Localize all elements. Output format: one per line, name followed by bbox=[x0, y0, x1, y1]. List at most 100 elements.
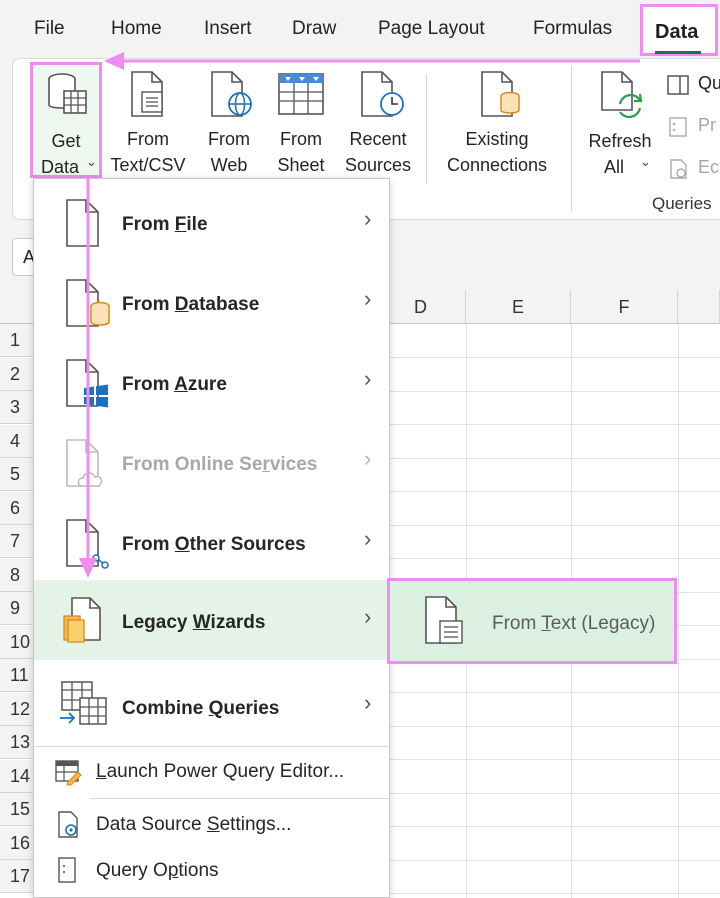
properties-label: Pr bbox=[698, 115, 716, 135]
tab-formulas[interactable]: Formulas bbox=[533, 18, 612, 40]
from-sheet-label-2: Sheet bbox=[277, 155, 325, 175]
menu-item-from-database[interactable]: From Database › bbox=[34, 266, 389, 344]
menu-item-from-file[interactable]: From File › bbox=[34, 186, 389, 264]
refresh-all-label-1: Refresh bbox=[588, 131, 652, 151]
tab-page-layout[interactable]: Page Layout bbox=[378, 18, 485, 40]
queries-connections-label: Qu bbox=[698, 73, 720, 93]
from-web-label-2: Web bbox=[210, 155, 248, 175]
table-icon bbox=[278, 73, 324, 115]
recent-sources-label-2: Sources bbox=[344, 155, 412, 175]
tab-data[interactable]: Data bbox=[640, 4, 718, 56]
ribbon-group-divider bbox=[571, 66, 572, 212]
row-header-13[interactable]: 13 bbox=[0, 726, 34, 759]
menu-item-query-options[interactable]: Query Options bbox=[34, 850, 389, 892]
from-online-services-label: From Online Services bbox=[122, 454, 318, 475]
chevron-right-icon: › bbox=[364, 446, 372, 471]
chevron-right-icon: › bbox=[364, 526, 372, 551]
database-file-icon bbox=[66, 279, 110, 327]
menu-item-from-online-services[interactable]: From Online Services › bbox=[34, 426, 389, 504]
row-header-17[interactable]: 17 bbox=[0, 860, 34, 893]
submenu-item-from-text-legacy[interactable]: From Text (Legacy) bbox=[390, 581, 674, 661]
row-header-6[interactable]: 6 bbox=[0, 492, 34, 525]
row-header-9[interactable]: 9 bbox=[0, 592, 34, 625]
recent-sources-label-1: Recent bbox=[349, 129, 407, 149]
queries-connections-button[interactable]: Qu bbox=[666, 72, 720, 98]
chevron-right-icon: › bbox=[364, 206, 372, 231]
from-other-sources-label: From Other Sources bbox=[122, 534, 306, 555]
legacy-files-icon bbox=[63, 597, 101, 643]
from-sheet-button[interactable]: From Sheet bbox=[268, 62, 334, 178]
chevron-right-icon: › bbox=[364, 604, 372, 629]
from-web-label-1: From bbox=[208, 129, 250, 149]
row-header-14[interactable]: 14 bbox=[0, 760, 34, 793]
text-file-icon bbox=[425, 596, 463, 644]
from-web-button[interactable]: From Web bbox=[196, 62, 262, 178]
database-grid-icon bbox=[48, 73, 87, 114]
properties-button[interactable]: Pr bbox=[666, 114, 720, 140]
connection-file-icon bbox=[481, 71, 520, 117]
file-icon bbox=[66, 199, 99, 247]
menu-item-from-other-sources[interactable]: From Other Sources › bbox=[34, 506, 389, 584]
column-header-partial[interactable] bbox=[678, 290, 720, 324]
chevron-down-icon: ⌄ bbox=[640, 154, 651, 169]
menu-separator bbox=[90, 798, 389, 799]
combine-tables-icon bbox=[60, 681, 107, 725]
row-header-15[interactable]: 15 bbox=[0, 793, 34, 826]
row-header-12[interactable]: 12 bbox=[0, 693, 34, 726]
row-header-10[interactable]: 10 bbox=[0, 626, 34, 659]
row-header-5[interactable]: 5 bbox=[0, 458, 34, 491]
tab-file[interactable]: File bbox=[34, 18, 65, 40]
row-header-16[interactable]: 16 bbox=[0, 827, 34, 860]
get-data-label-1: Get bbox=[51, 131, 81, 151]
column-header-e[interactable]: E bbox=[466, 290, 571, 324]
gridline bbox=[678, 324, 679, 898]
launch-power-query-editor-label: Launch Power Query Editor... bbox=[96, 761, 345, 782]
row-header-7[interactable]: 7 bbox=[0, 525, 34, 558]
chevron-right-icon: › bbox=[364, 366, 372, 391]
menu-item-data-source-settings[interactable]: Data Source Settings... bbox=[34, 804, 389, 846]
row-header-8[interactable]: 8 bbox=[0, 559, 34, 592]
select-all-corner[interactable] bbox=[0, 290, 34, 324]
clock-file-icon bbox=[361, 71, 404, 117]
from-text-legacy-label: From Text (Legacy) bbox=[492, 613, 656, 634]
menu-item-launch-power-query-editor[interactable]: Launch Power Query Editor... bbox=[34, 752, 389, 794]
properties-icon bbox=[669, 117, 687, 137]
row-header-3[interactable]: 3 bbox=[0, 391, 34, 424]
get-data-button[interactable]: Get Data ⌄ bbox=[30, 62, 102, 178]
column-header-f[interactable]: F bbox=[571, 290, 678, 324]
from-text-csv-button[interactable]: From Text/CSV bbox=[106, 62, 190, 178]
from-database-label: From Database bbox=[122, 294, 260, 315]
row-header-1[interactable]: 1 bbox=[0, 324, 34, 357]
row-header-11[interactable]: 11 bbox=[0, 659, 34, 692]
cloud-file-icon bbox=[66, 439, 103, 487]
data-source-settings-icon bbox=[58, 811, 78, 838]
tab-insert[interactable]: Insert bbox=[204, 18, 252, 40]
row-header-4[interactable]: 4 bbox=[0, 425, 34, 458]
network-file-icon bbox=[66, 519, 109, 569]
from-text-csv-label-1: From bbox=[127, 129, 169, 149]
menu-item-legacy-wizards[interactable]: Legacy Wizards › bbox=[34, 580, 389, 660]
queries-group-label: Queries bbox=[652, 194, 712, 213]
row-header-2[interactable]: 2 bbox=[0, 358, 34, 391]
refresh-all-button[interactable]: Refresh All ⌄ bbox=[582, 62, 658, 178]
recent-sources-button[interactable]: Recent Sources bbox=[340, 62, 416, 178]
get-data-label-2: Data bbox=[40, 157, 80, 177]
menu-item-combine-queries[interactable]: Combine Queries › bbox=[34, 664, 389, 748]
existing-connections-button[interactable]: Existing Connections bbox=[436, 62, 558, 178]
tab-draw[interactable]: Draw bbox=[292, 18, 336, 40]
from-azure-label: From Azure bbox=[122, 374, 227, 395]
tab-data-label: Data bbox=[655, 21, 699, 43]
tab-home[interactable]: Home bbox=[111, 18, 162, 40]
web-globe-icon bbox=[211, 71, 252, 117]
from-sheet-label-1: From bbox=[280, 129, 322, 149]
active-tab-underline bbox=[655, 51, 701, 54]
power-query-editor-icon bbox=[55, 760, 82, 786]
edit-links-label: Ec bbox=[698, 157, 720, 177]
chevron-right-icon: › bbox=[364, 690, 372, 715]
existing-connections-label-2: Connections bbox=[446, 155, 548, 175]
legacy-wizards-label: Legacy Wizards bbox=[122, 612, 266, 633]
chevron-right-icon: › bbox=[364, 286, 372, 311]
menu-item-from-azure[interactable]: From Azure › bbox=[34, 346, 389, 424]
edit-links-button[interactable]: Ec bbox=[666, 156, 720, 182]
data-source-settings-label: Data Source Settings... bbox=[96, 814, 292, 835]
